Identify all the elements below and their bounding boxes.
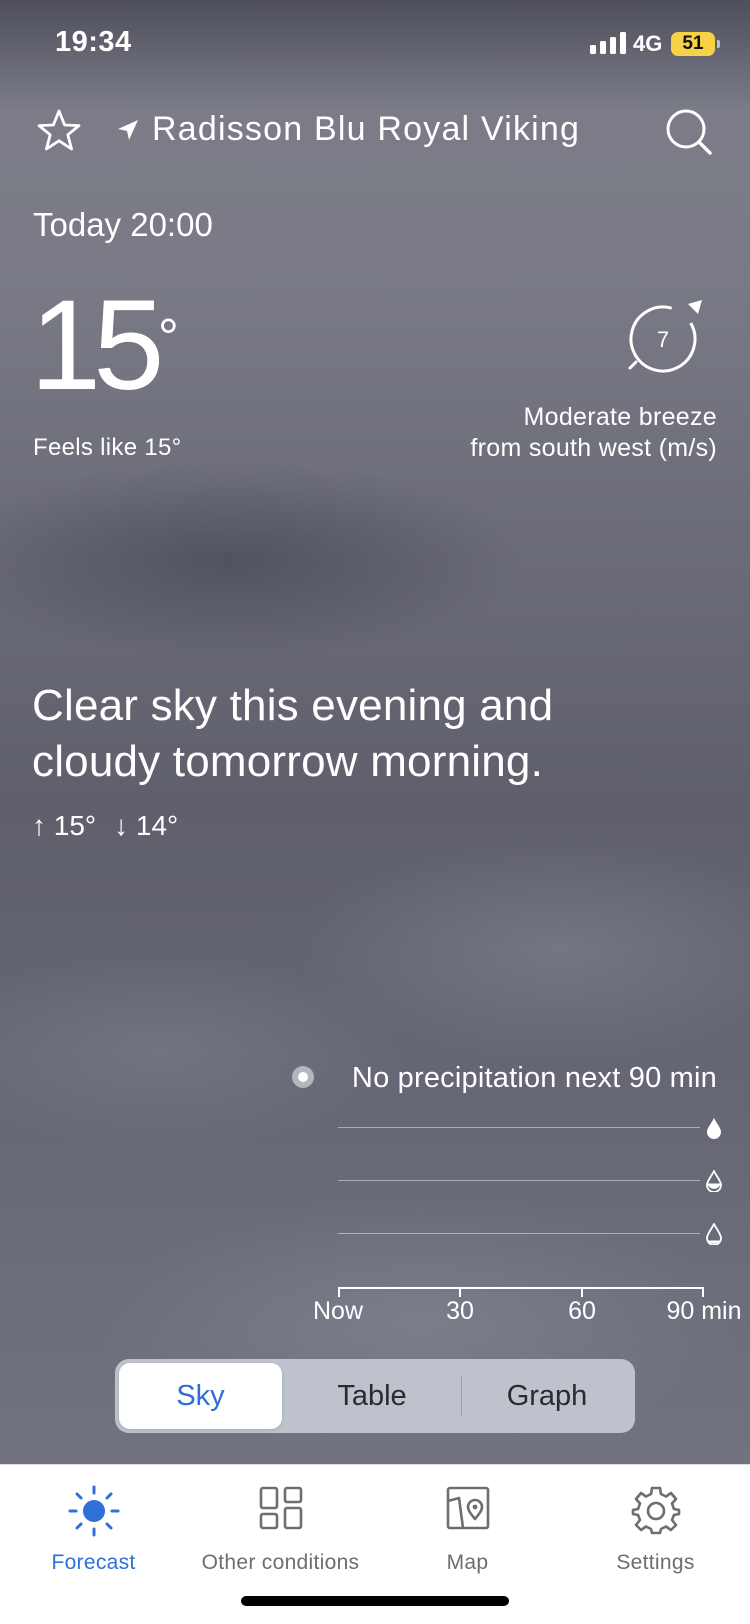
- tab-label: Forecast: [51, 1551, 136, 1574]
- current-temperature: 15: [30, 274, 164, 417]
- axis-tick: [338, 1287, 340, 1297]
- tab-table[interactable]: Table: [287, 1363, 457, 1429]
- wind-strength: Moderate breeze: [523, 403, 717, 431]
- high-low: ↑ 15° ↓ 14°: [32, 810, 196, 842]
- forecast-time: Today 20:00: [33, 206, 213, 243]
- tab-sky[interactable]: Sky: [119, 1363, 282, 1429]
- wind-direction-text: from south west (m/s): [470, 434, 717, 462]
- location-name[interactable]: Radisson Blu Royal Viking: [152, 110, 580, 149]
- network-type: 4G: [633, 31, 663, 56]
- axis-tick: [702, 1287, 704, 1297]
- home-indicator: [241, 1596, 509, 1606]
- low-temperature: ↓ 14°: [114, 810, 179, 841]
- feels-like: Feels like 15°: [33, 434, 182, 461]
- axis-label-now: Now: [312, 1297, 364, 1325]
- axis-label-30: 30: [446, 1297, 474, 1325]
- heavy-drop-icon: [707, 1118, 721, 1139]
- precip-x-axis: [338, 1287, 704, 1289]
- tab-graph[interactable]: Graph: [463, 1363, 631, 1429]
- precip-grid-line: [338, 1127, 700, 1128]
- moderate-drop-icon: [706, 1170, 722, 1192]
- tab-label: Settings: [616, 1551, 695, 1574]
- axis-tick: [581, 1287, 583, 1297]
- axis-label-90: 90 min: [666, 1297, 742, 1325]
- tab-label: Other conditions: [201, 1551, 360, 1574]
- precip-grid-line: [338, 1233, 700, 1234]
- grid-icon: [259, 1486, 302, 1530]
- tab-forecast[interactable]: Forecast: [0, 1465, 187, 1585]
- status-time: 19:34: [55, 26, 132, 58]
- signal-icon: [590, 32, 626, 54]
- tab-other-conditions[interactable]: Other conditions: [187, 1465, 374, 1585]
- tab-map[interactable]: Map: [374, 1465, 561, 1585]
- wind-description: Moderate breeze from south west (m/s): [470, 402, 717, 464]
- view-segmented-control: Sky Table Graph: [115, 1359, 635, 1433]
- wind-direction-icon[interactable]: 7: [626, 300, 704, 378]
- tab-label: Map: [446, 1551, 489, 1574]
- gear-icon: [631, 1486, 680, 1535]
- map-icon: [446, 1486, 489, 1530]
- segment-divider: [461, 1375, 462, 1417]
- tab-settings[interactable]: Settings: [562, 1465, 749, 1585]
- high-temperature: ↑ 15°: [32, 810, 97, 841]
- sun-icon: [68, 1485, 119, 1537]
- precipitation-message: No precipitation next 90 min: [351, 1062, 717, 1094]
- precip-grid-line: [338, 1180, 700, 1181]
- search-icon[interactable]: [662, 105, 716, 159]
- axis-tick: [459, 1287, 461, 1297]
- forecast-summary: Clear sky this evening and cloudy tomorr…: [32, 681, 554, 786]
- favorite-star-icon[interactable]: [36, 108, 82, 154]
- wind-speed: 7: [657, 327, 669, 352]
- axis-label-60: 60: [568, 1297, 596, 1325]
- degree-symbol: °: [158, 309, 179, 367]
- location-arrow-icon: [118, 120, 138, 140]
- battery-icon: 51: [671, 32, 720, 56]
- precipitation-status-icon: [292, 1066, 314, 1088]
- light-drop-icon: [706, 1223, 722, 1245]
